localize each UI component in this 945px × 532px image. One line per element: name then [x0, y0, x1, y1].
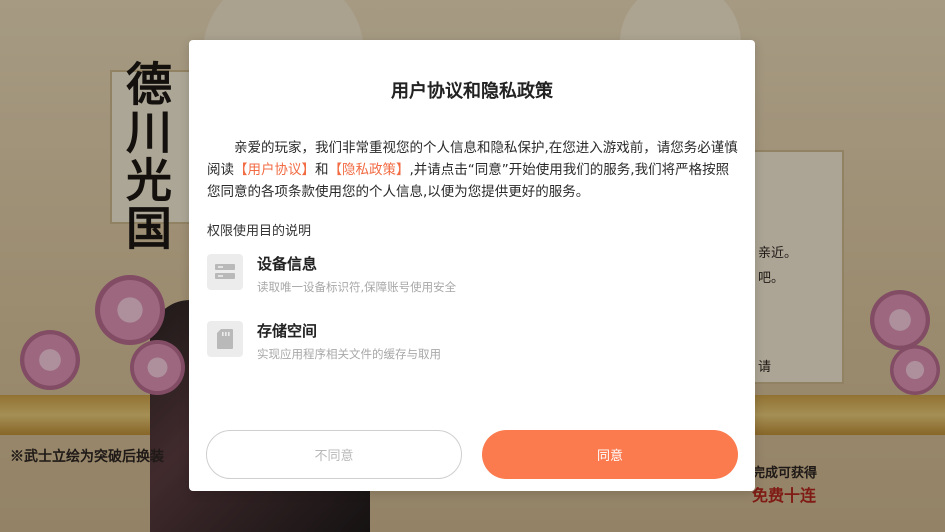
permissions-heading: 权限使用目的说明	[207, 224, 312, 239]
permission-item-device-info: 设备信息 读取唯一设备标识符,保障账号使用安全	[207, 254, 707, 294]
user-agreement-link[interactable]: 【用户协议】	[234, 162, 315, 178]
permission-item-storage: 存储空间 实现应用程序相关文件的缓存与取用	[207, 321, 707, 361]
privacy-policy-link[interactable]: 【隐私政策】	[329, 162, 410, 178]
decline-button[interactable]: 不同意	[206, 430, 462, 479]
dialog-title: 用户协议和隐私政策	[391, 81, 553, 102]
dialog-intro-text: 亲爱的玩家，我们非常重视您的个人信息和隐私保护,在您进入游戏前，请您务必谨慎阅读…	[207, 137, 739, 203]
permission-title: 存储空间	[257, 322, 318, 340]
intro-text-and: 和	[315, 162, 329, 178]
privacy-dialog: 用户协议和隐私政策 亲爱的玩家，我们非常重视您的个人信息和隐私保护,在您进入游戏…	[189, 40, 755, 491]
agree-button[interactable]: 同意	[482, 430, 738, 479]
sd-card-icon	[207, 321, 243, 357]
server-icon	[207, 254, 243, 290]
permission-description: 实现应用程序相关文件的缓存与取用	[257, 347, 441, 361]
permission-description: 读取唯一设备标识符,保障账号使用安全	[257, 280, 457, 294]
permission-title: 设备信息	[257, 255, 318, 273]
game-screen: 亲近。 吧。 请 德川光国 ※武士立绘为突破后换装 完成可获得 免费十连 用户协…	[0, 0, 945, 532]
